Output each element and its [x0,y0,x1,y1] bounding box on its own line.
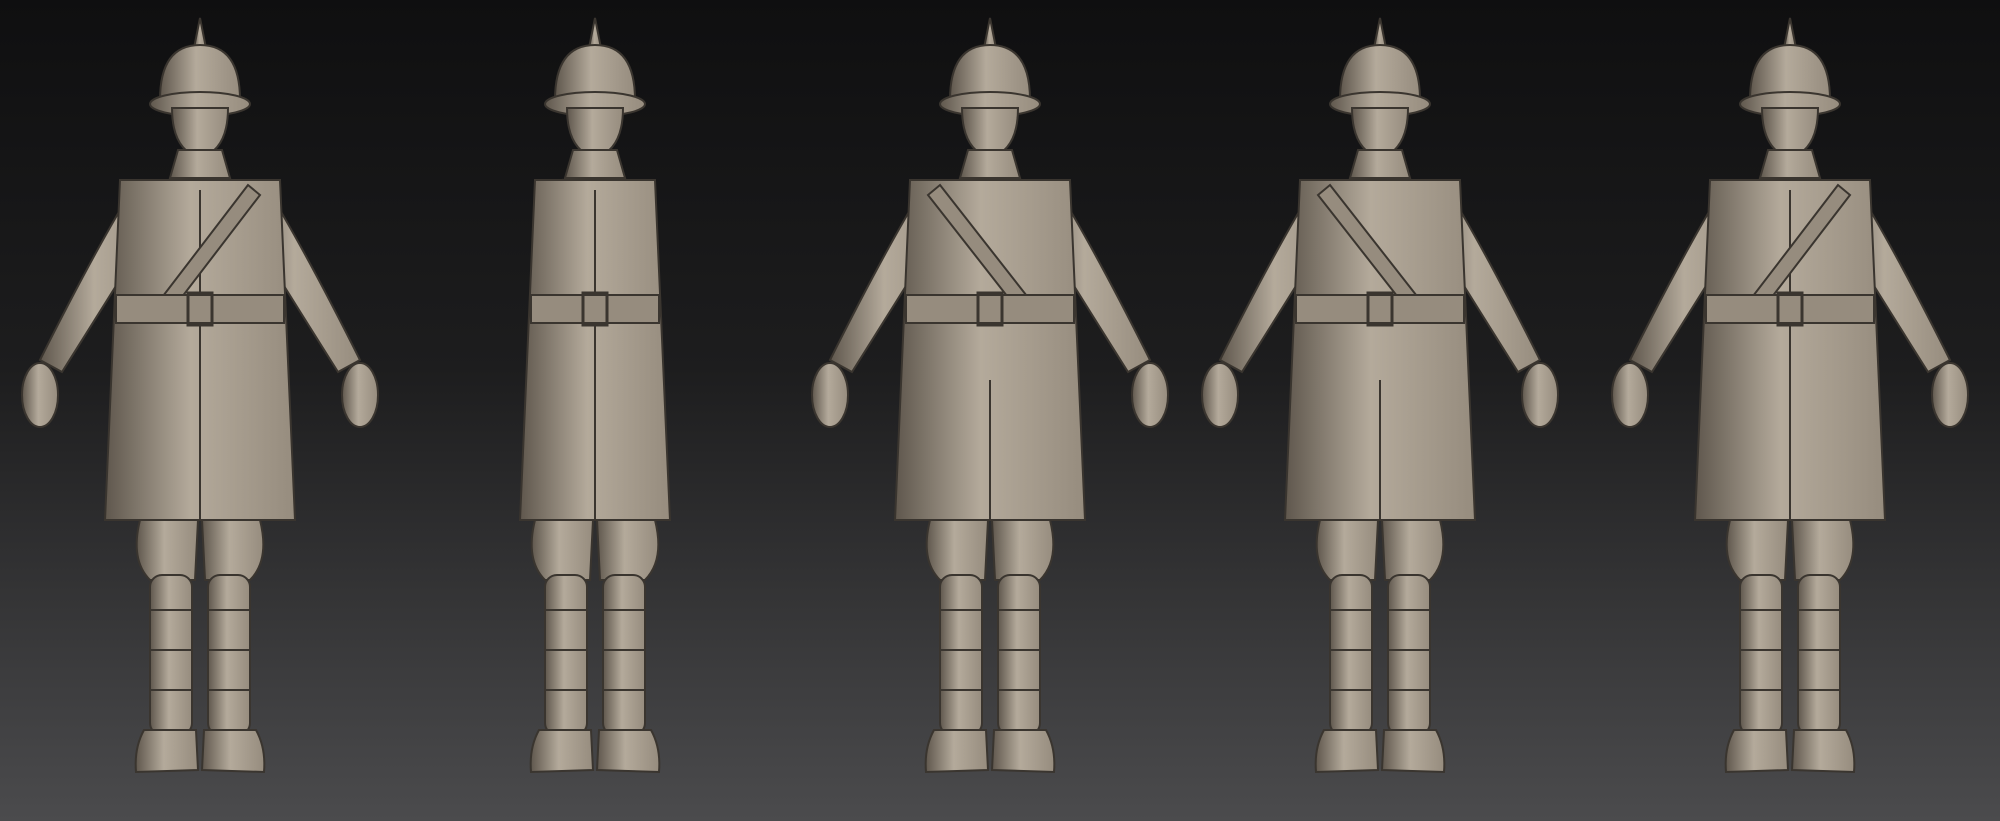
soldier-figure-icon [811,17,1169,774]
figure-back-view [790,0,1190,821]
soldier-figure-icon [1201,17,1559,774]
figure-side-view [395,0,795,821]
soldier-figure-icon [518,17,672,774]
figure-front-three-quarter-view [1590,0,1990,821]
soldier-figure-icon [21,17,379,774]
figure-back-three-quarter-view [1180,0,1580,821]
soldier-figure-icon [1611,17,1969,774]
figure-front-view [0,0,400,821]
sculpt-turnaround-stage [0,0,2000,821]
